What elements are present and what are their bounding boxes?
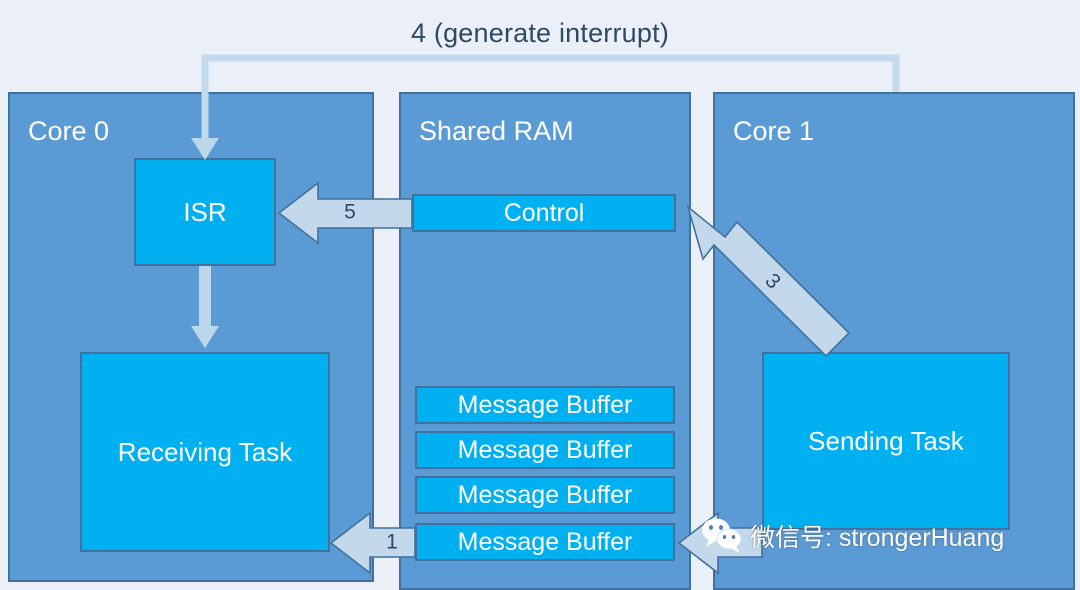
watermark-text: 微信号: strongerHuang (750, 524, 1005, 552)
block-message-buffer: Message Buffer (415, 431, 675, 469)
watermark: 微信号: strongerHuang (700, 513, 1004, 559)
panel-core-0-label: Core 0 (28, 116, 110, 146)
block-receiving-task: Receiving Task (80, 352, 330, 552)
arrow-label-1: 1 (386, 531, 398, 554)
block-message-buffer: Message Buffer (415, 523, 675, 561)
diagram-canvas: 4 (generate interrupt) Core 0 Shared RAM… (0, 0, 1080, 590)
panel-shared-ram-label: Shared RAM (419, 116, 574, 146)
block-message-buffer: Message Buffer (415, 386, 675, 424)
block-message-buffer: Message Buffer (415, 476, 675, 514)
wechat-icon (702, 518, 742, 553)
panel-shared-ram: Shared RAM (399, 92, 691, 590)
block-control: Control (412, 194, 676, 232)
page-title: 4 (generate interrupt) (410, 18, 670, 48)
panel-core-1-label: Core 1 (733, 116, 815, 146)
block-sending-task: Sending Task (762, 352, 1010, 530)
block-isr: ISR (134, 158, 276, 266)
